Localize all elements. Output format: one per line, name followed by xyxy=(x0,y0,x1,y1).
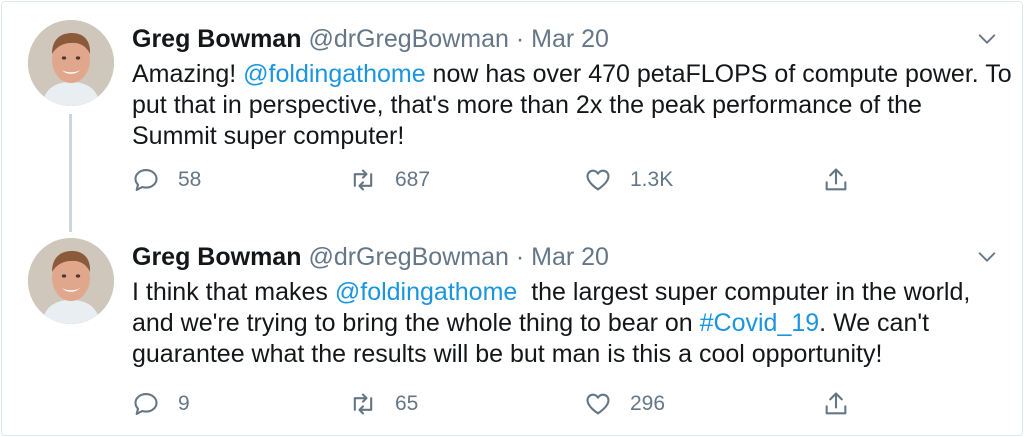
reply-button[interactable]: 58 xyxy=(132,162,201,198)
speech-bubble-icon xyxy=(134,169,158,191)
like-button[interactable]: 1.3K xyxy=(584,162,673,198)
tweet-text: Amazing! @foldingathome now has over 470… xyxy=(132,59,1012,152)
retweet-count: 687 xyxy=(395,168,431,191)
retweet-count: 65 xyxy=(395,392,419,415)
reply-count: 58 xyxy=(178,168,202,191)
tweet-header: Greg Bowman @drGregBowman · Mar 20 xyxy=(132,242,609,272)
share-upload-icon xyxy=(825,392,847,415)
tweet-text: I think that makes @foldingathome the la… xyxy=(132,277,1012,370)
chevron-down-icon[interactable] xyxy=(976,28,998,50)
author-handle[interactable]: @drGregBowman xyxy=(308,243,508,271)
like-count: 1.3K xyxy=(630,168,674,191)
separator-dot: · xyxy=(515,25,525,53)
heart-icon xyxy=(586,169,610,191)
retweet-icon xyxy=(353,393,373,415)
like-count: 296 xyxy=(630,392,666,415)
speech-bubble-icon xyxy=(134,393,158,415)
retweet-icon xyxy=(353,169,373,191)
avatar[interactable] xyxy=(28,238,114,324)
like-button[interactable]: 296 xyxy=(584,386,665,422)
retweet-button[interactable]: 65 xyxy=(349,386,418,422)
tweet[interactable]: Greg Bowman @drGregBowman · Mar 20 Amazi… xyxy=(2,2,1024,220)
reply-button[interactable]: 9 xyxy=(132,386,190,422)
share-upload-icon xyxy=(825,168,847,191)
hashtag-link[interactable]: #Covid_19 xyxy=(700,309,820,337)
chevron-down-icon[interactable] xyxy=(976,246,998,268)
tweet-header: Greg Bowman @drGregBowman · Mar 20 xyxy=(132,24,609,54)
share-button[interactable] xyxy=(822,386,850,422)
author-handle[interactable]: @drGregBowman xyxy=(308,25,508,53)
tweet-thread: Greg Bowman @drGregBowman · Mar 20 Amazi… xyxy=(1,1,1023,436)
mention-link[interactable]: @foldingathome xyxy=(335,278,517,306)
tweet-date[interactable]: Mar 20 xyxy=(531,243,609,271)
retweet-button[interactable]: 687 xyxy=(349,162,430,198)
separator-dot: · xyxy=(515,243,525,271)
mention-link[interactable]: @foldingathome xyxy=(243,60,425,88)
tweet-date[interactable]: Mar 20 xyxy=(531,25,609,53)
tweet-actions: 9 65 296 xyxy=(132,386,862,422)
tweet-actions: 58 687 1.3K xyxy=(132,162,862,198)
tweet-text-segment: Amazing! xyxy=(132,60,244,88)
share-button[interactable] xyxy=(822,162,850,198)
tweet[interactable]: Greg Bowman @drGregBowman · Mar 20 I thi… xyxy=(2,220,1024,437)
heart-icon xyxy=(586,393,610,415)
author-name[interactable]: Greg Bowman xyxy=(132,25,301,53)
author-name[interactable]: Greg Bowman xyxy=(132,243,301,271)
tweet-text-segment: I think that makes xyxy=(132,278,335,306)
avatar[interactable] xyxy=(28,20,114,106)
reply-count: 9 xyxy=(178,392,190,415)
